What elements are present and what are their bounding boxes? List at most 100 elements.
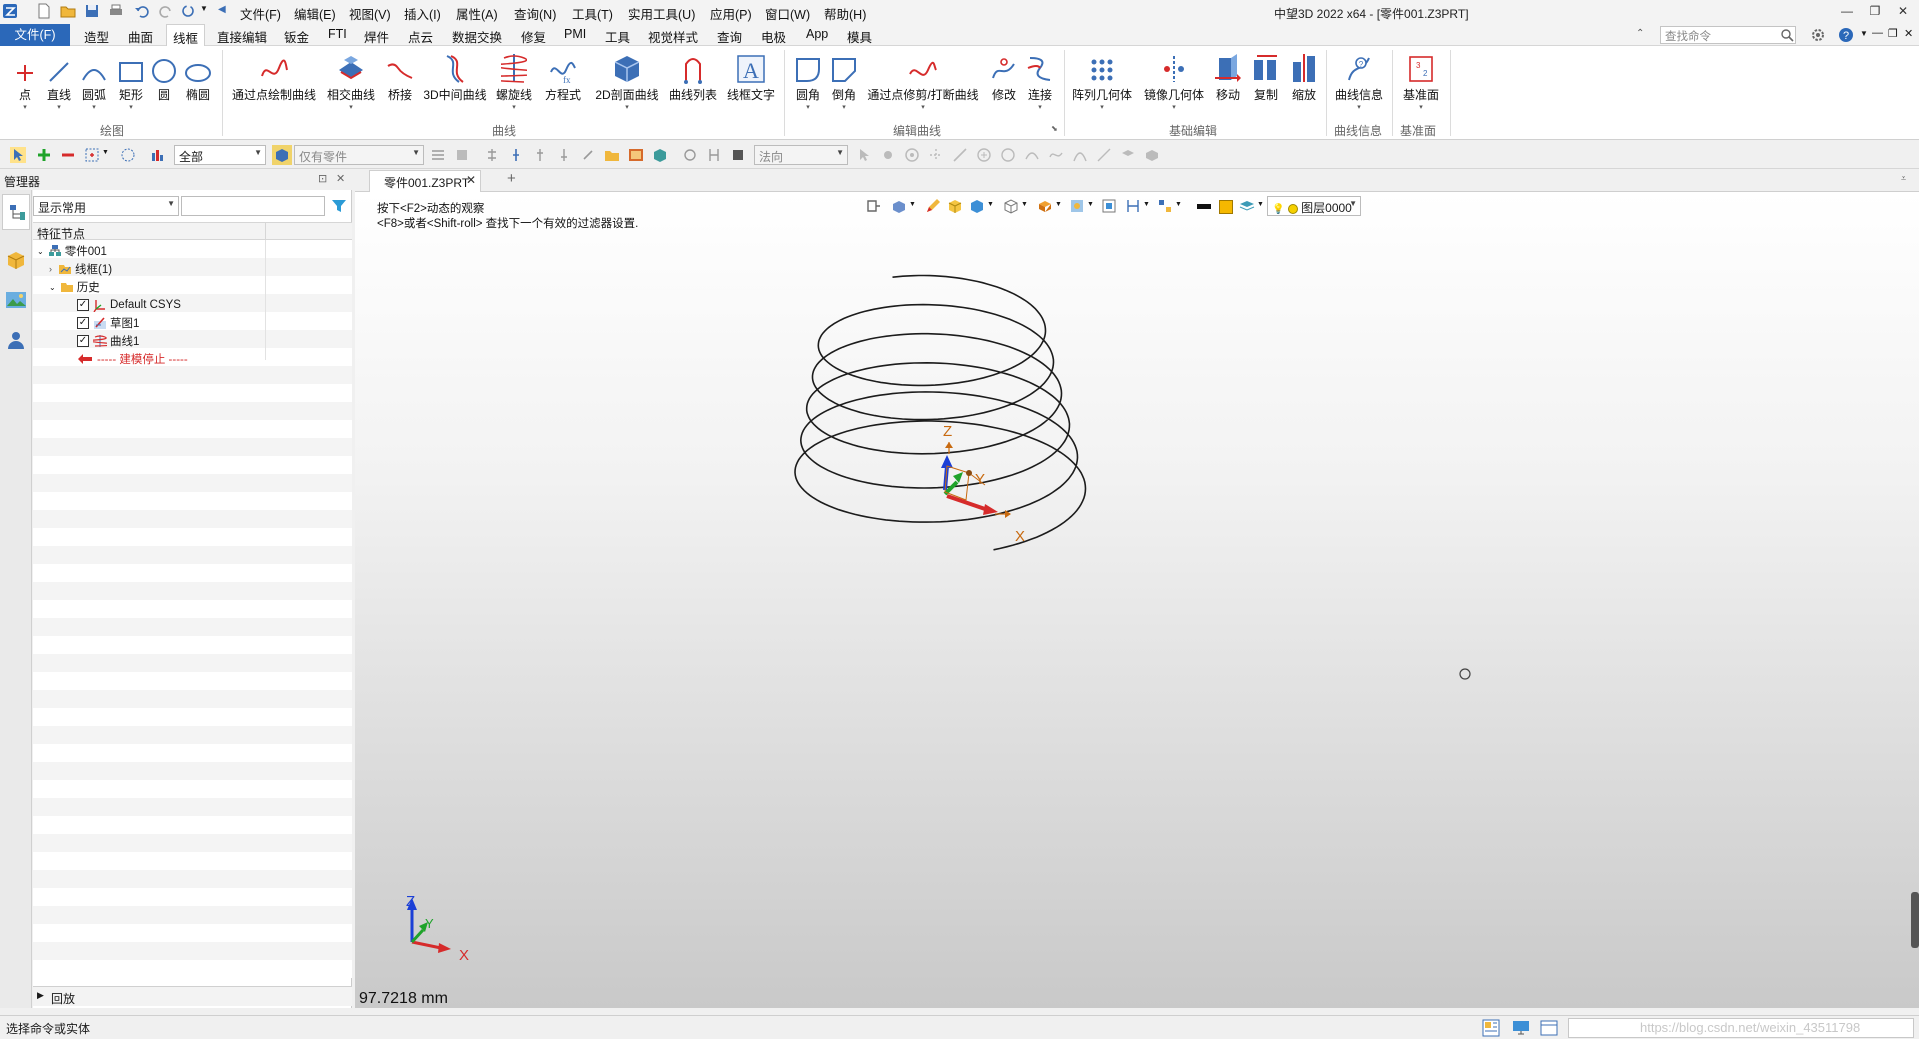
3d-mid-curve-button[interactable]: 3D中间曲线 — [422, 50, 488, 103]
fillet-button[interactable]: 圆角 ▾ — [792, 50, 824, 112]
tab-wireframe[interactable]: 线框 — [166, 24, 206, 47]
menu-apps[interactable]: 应用(P) — [710, 4, 752, 23]
part-filter-icon[interactable] — [272, 145, 292, 165]
block-icon[interactable] — [652, 147, 668, 163]
tree-node-sketch1[interactable]: ✓ 草图1 — [77, 314, 139, 332]
snap-curve-icon[interactable] — [1048, 147, 1064, 163]
intersect-curve-button[interactable]: 相交曲线 ▾ — [325, 50, 377, 112]
snap-point-icon[interactable] — [880, 147, 896, 163]
pointer-icon[interactable] — [856, 147, 872, 163]
view-manager-tab-icon[interactable] — [5, 290, 27, 310]
visibility-checkbox[interactable]: ✓ — [77, 317, 89, 329]
maximize-button[interactable]: ❐ — [1864, 2, 1886, 20]
box-select-icon[interactable] — [84, 147, 100, 163]
snap-circle-icon[interactable] — [904, 147, 920, 163]
menu-attribute[interactable]: 属性(A) — [456, 4, 498, 23]
tab-modeling[interactable]: 造型 — [84, 27, 109, 46]
curve-endpoint-marker[interactable] — [1459, 668, 1471, 680]
folder-icon[interactable] — [604, 147, 620, 163]
model-view[interactable]: Z Y X Z Y X — [355, 192, 1919, 1008]
menu-file[interactable]: 文件(F) — [240, 4, 281, 23]
refresh-icon[interactable] — [180, 3, 196, 19]
filter-funnel-icon[interactable] — [150, 147, 166, 163]
save-icon[interactable] — [84, 3, 100, 19]
snap-face-icon[interactable] — [1120, 147, 1136, 163]
tab-sheet-metal[interactable]: 钣金 — [284, 27, 309, 46]
doc-close-button[interactable]: ✕ — [1904, 27, 1913, 40]
snap-a-icon[interactable] — [484, 147, 500, 163]
doc-restore-button[interactable]: ❐ — [1888, 27, 1898, 40]
menu-edit[interactable]: 编辑(E) — [294, 4, 336, 23]
expand-rollback-icon[interactable]: ▶ — [37, 990, 44, 1001]
filter-all-select[interactable]: 全部 ▼ — [174, 145, 266, 165]
open-folder-icon[interactable] — [60, 3, 76, 19]
manager-search-input[interactable] — [181, 196, 325, 216]
lasso-icon[interactable] — [120, 147, 136, 163]
assembly-tab-icon[interactable] — [6, 250, 26, 270]
close-tab-icon[interactable]: ✕ — [466, 173, 476, 187]
tab-part001[interactable]: 零件001.Z3PRT ✕ — [369, 170, 481, 192]
menu-utilities[interactable]: 实用工具(U) — [628, 4, 695, 23]
snap-center-icon[interactable] — [976, 147, 992, 163]
tab-mold[interactable]: 模具 — [847, 27, 872, 46]
snap-body-icon[interactable] — [1144, 147, 1160, 163]
select-arrow-icon[interactable] — [10, 147, 26, 163]
stop-icon[interactable] — [730, 147, 746, 163]
collapse-arrow-icon[interactable]: ⌄ — [37, 247, 44, 256]
rotate-icon[interactable] — [682, 147, 698, 163]
menu-help[interactable]: 帮助(H) — [824, 4, 866, 23]
mirror-geometry-button[interactable]: 镜像几何体 ▾ — [1142, 50, 1206, 112]
add-icon[interactable] — [36, 147, 52, 163]
print-icon[interactable] — [108, 3, 124, 19]
display-filter-select[interactable]: 显示常用 ▼ — [33, 196, 179, 216]
toolbar-tool-icon[interactable] — [454, 147, 470, 163]
tab-visual-style[interactable]: 视觉样式 — [648, 27, 698, 46]
rollback-section[interactable]: ▶ 回放 — [33, 986, 352, 1006]
trim-break-curve-button[interactable]: 通过点修剪/打断曲线 ▾ — [864, 50, 982, 112]
snap-e-icon[interactable] — [580, 147, 596, 163]
menu-window[interactable]: 窗口(W) — [765, 4, 810, 23]
back-arrow-icon[interactable]: ◀ — [218, 4, 226, 15]
qa-dropdown-icon[interactable]: ▼ — [200, 4, 208, 13]
snap-diag-icon[interactable] — [1096, 147, 1112, 163]
image-icon[interactable] — [628, 147, 644, 163]
snap-quadrant-icon[interactable] — [1000, 147, 1016, 163]
arc-button[interactable]: 圆弧 ▾ — [80, 50, 108, 112]
tab-surface[interactable]: 曲面 — [128, 27, 153, 46]
menu-insert[interactable]: 插入(I) — [404, 4, 441, 23]
wireframe-text-button[interactable]: A 线框文字 — [724, 50, 778, 103]
2d-section-curve-button[interactable]: 2D剖面曲线 ▾ — [592, 50, 662, 112]
snap-grid-icon[interactable] — [928, 147, 944, 163]
new-file-icon[interactable] — [36, 3, 52, 19]
tree-node-rollback-stop[interactable]: ----- 建模停止 ----- — [77, 350, 188, 368]
doc-minimize-button[interactable]: — — [1872, 27, 1883, 39]
tab-fti[interactable]: FTI — [328, 27, 347, 41]
curve-through-points-button[interactable]: 通过点绘制曲线 — [230, 50, 318, 103]
equation-curve-button[interactable]: fx 方程式 — [540, 50, 586, 103]
curve-list-button[interactable]: 曲线列表 — [668, 50, 718, 103]
tab-data-exchange[interactable]: 数据交换 — [452, 27, 502, 46]
redo-icon[interactable] — [158, 3, 174, 19]
close-panel-icon[interactable]: ✕ — [336, 172, 345, 185]
close-window-button[interactable]: ✕ — [1892, 2, 1914, 20]
tree-column-header[interactable]: 特征节点 — [33, 222, 352, 241]
pattern-geometry-button[interactable]: 阵列几何体 ▾ — [1070, 50, 1134, 112]
help-icon[interactable]: ? — [1838, 27, 1854, 43]
tree-node-history[interactable]: ⌄ 历史 — [49, 278, 100, 296]
chamfer-button[interactable]: 倒角 ▾ — [828, 50, 860, 112]
scope-select[interactable]: 仅有零件 ▼ — [294, 145, 424, 165]
snap-c-icon[interactable] — [532, 147, 548, 163]
menu-view[interactable]: 视图(V) — [349, 4, 391, 23]
rectangle-button[interactable]: 矩形 ▾ — [116, 50, 146, 112]
command-search-input[interactable]: 查找命令 — [1660, 26, 1796, 44]
tab-point-cloud[interactable]: 点云 — [408, 27, 433, 46]
remove-icon[interactable] — [60, 147, 76, 163]
modify-curve-button[interactable]: 修改 — [988, 50, 1020, 103]
help-dropdown-icon[interactable]: ▼ — [1860, 29, 1868, 38]
user-tab-icon[interactable] — [6, 330, 26, 350]
toolbar-align-icon[interactable] — [430, 147, 446, 163]
snap-b-icon[interactable] — [508, 147, 524, 163]
tree-node-wireframe[interactable]: › 线框(1) — [49, 260, 112, 278]
line-button[interactable]: 直线 ▾ — [44, 50, 74, 112]
tab-inquire[interactable]: 查询 — [717, 27, 742, 46]
